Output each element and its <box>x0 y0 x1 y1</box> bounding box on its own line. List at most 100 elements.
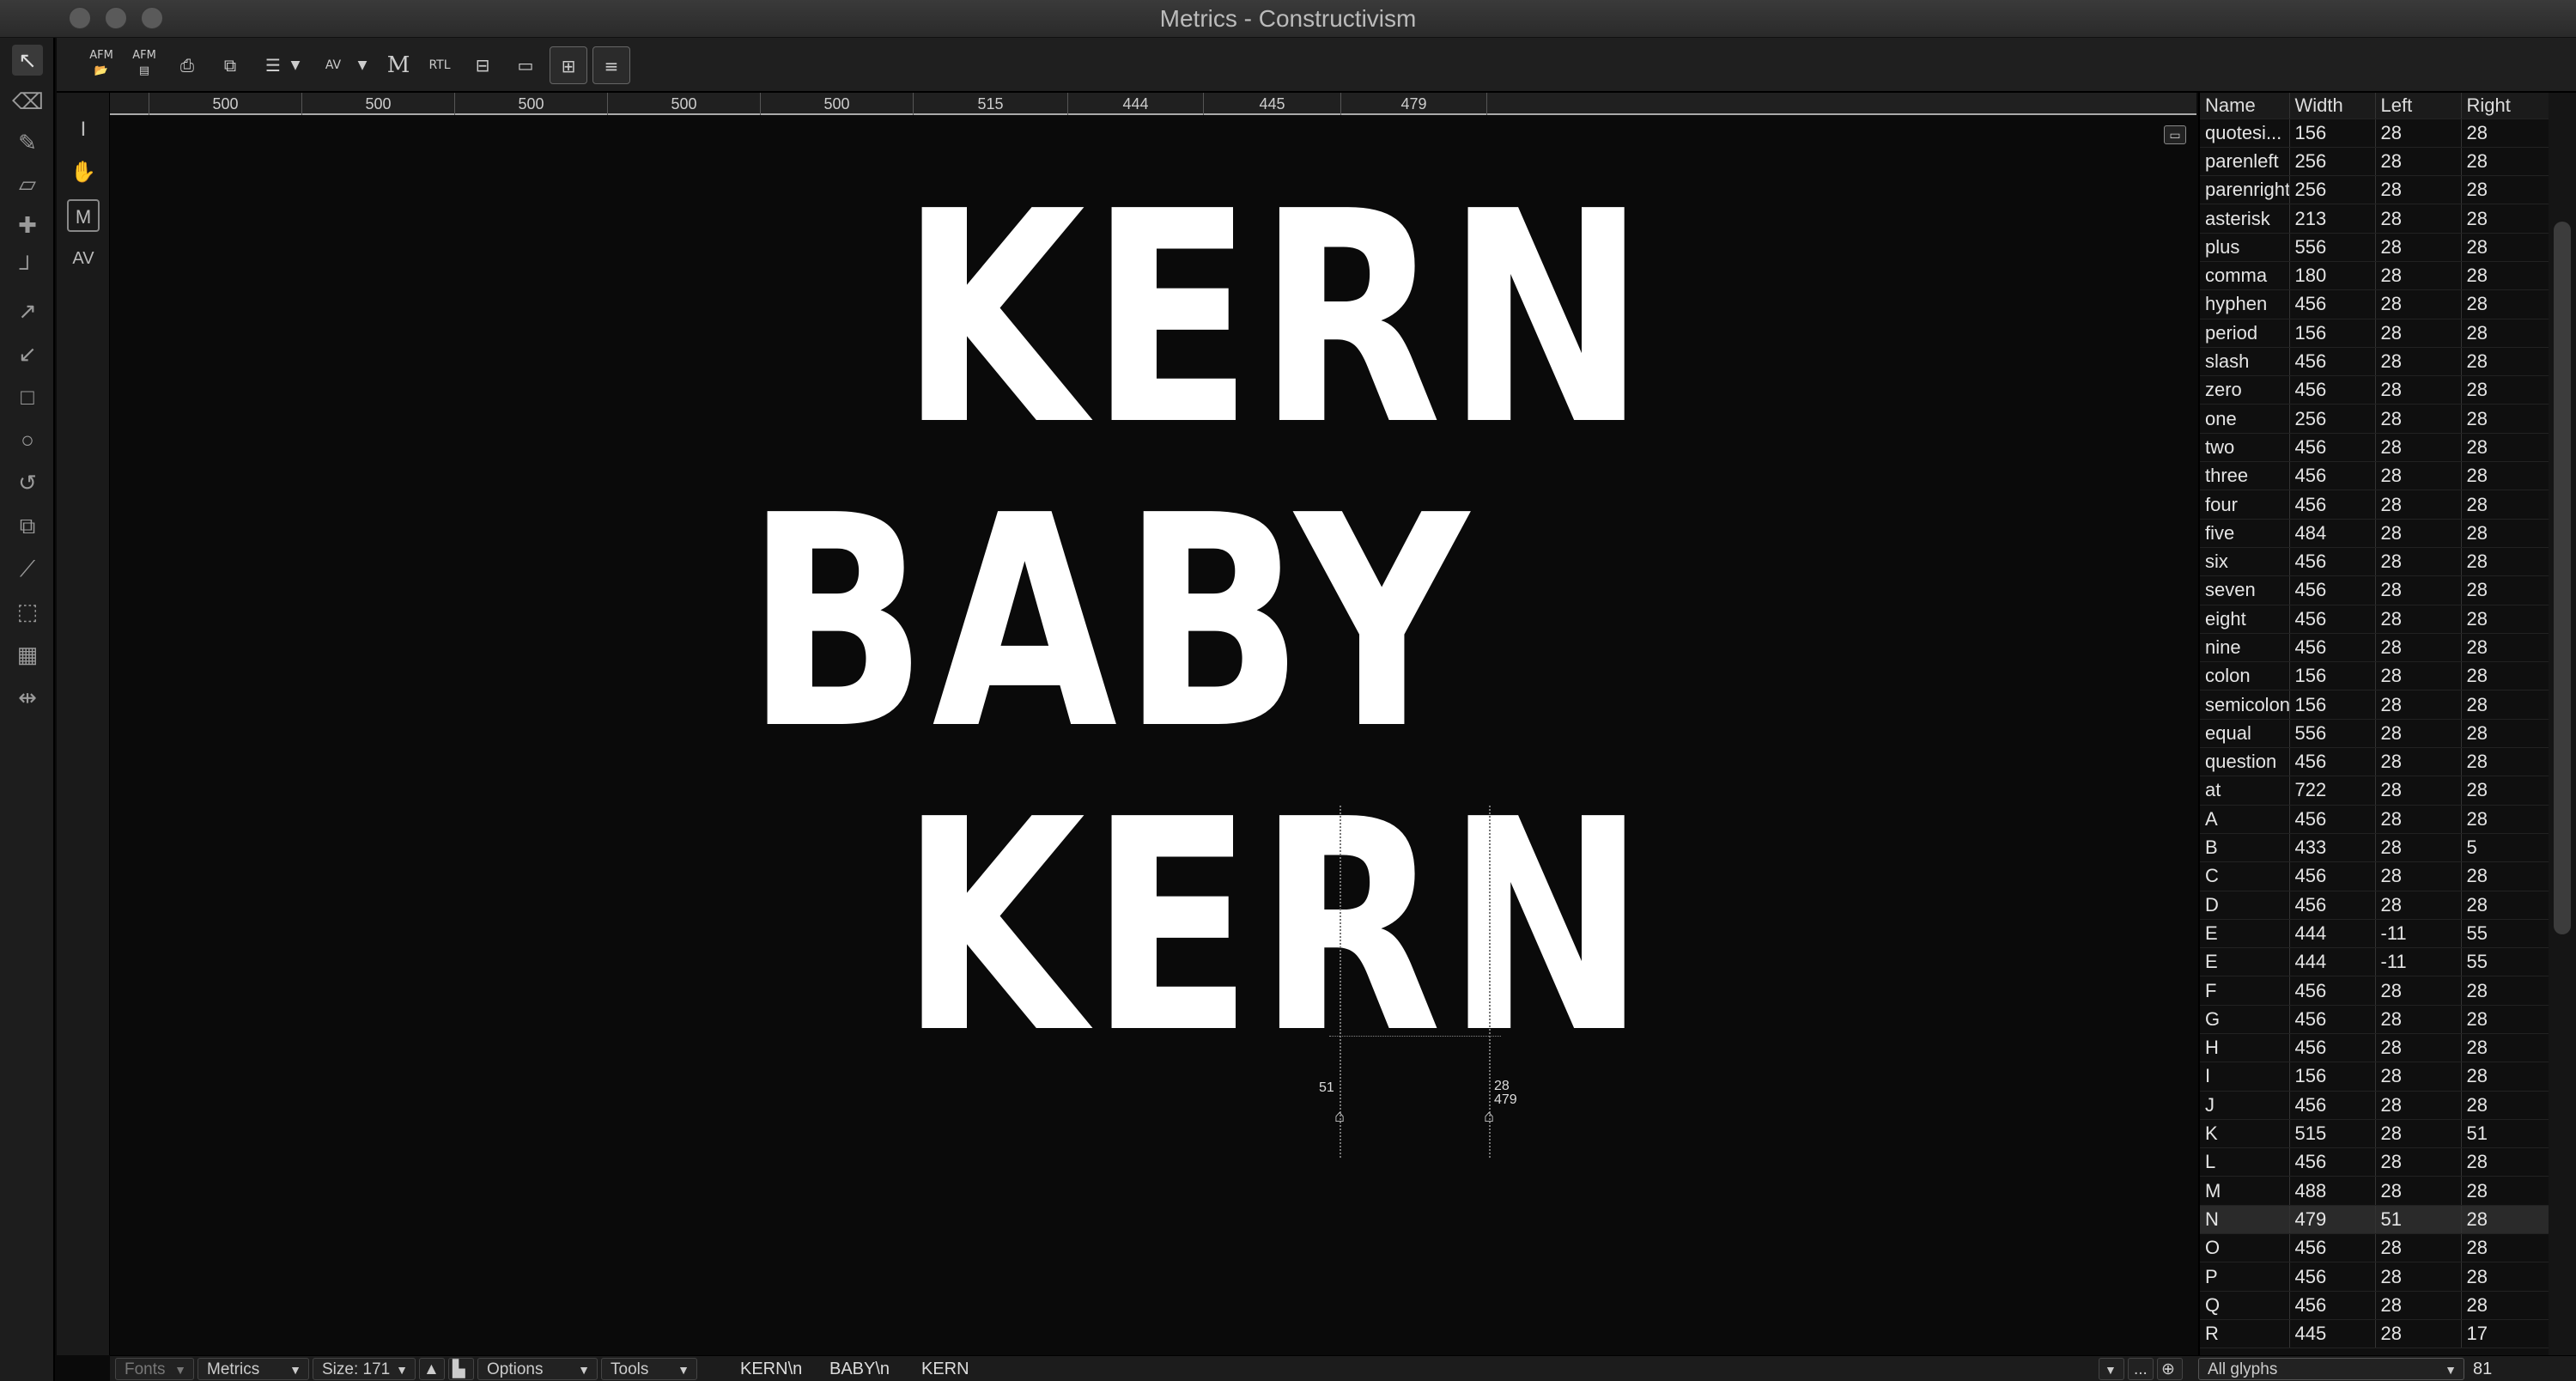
glyph-right-cell[interactable]: 28 <box>2461 747 2551 777</box>
table-row[interactable]: parenleft 256 28 28 <box>2200 147 2551 177</box>
table-row[interactable]: four 456 28 28 <box>2200 490 2551 520</box>
glyph-right-cell[interactable]: 28 <box>2461 204 2551 234</box>
glyph-right-cell[interactable]: 28 <box>2461 690 2551 720</box>
metrics-canvas[interactable]: ▭ KERN BABY KERN 51 28 479 ⌂ ⌂ <box>110 117 2196 1355</box>
glyph-right-cell[interactable]: 28 <box>2461 1233 2551 1263</box>
glyph-width-cell[interactable]: 445 <box>2289 1319 2376 1349</box>
table-row[interactable]: three 456 28 28 <box>2200 461 2551 491</box>
table-row[interactable]: Q 456 28 28 <box>2200 1291 2551 1320</box>
skew-tool-icon[interactable]: ⟋ <box>12 553 43 584</box>
table-row[interactable]: seven 456 28 28 <box>2200 575 2551 605</box>
table-row[interactable]: D 456 28 28 <box>2200 891 2551 920</box>
table-row[interactable]: O 456 28 28 <box>2200 1233 2551 1263</box>
glyph-width-cell[interactable]: 556 <box>2289 719 2376 749</box>
glyph-width-cell[interactable]: 456 <box>2289 1091 2376 1120</box>
glyph-width-cell[interactable]: 156 <box>2289 1062 2376 1092</box>
glyph-width-cell[interactable]: 156 <box>2289 319 2376 348</box>
glyph-right-cell[interactable]: 28 <box>2461 1205 2551 1235</box>
glyph-right-cell[interactable]: 28 <box>2461 976 2551 1006</box>
glyph-view-button[interactable]: ▲ <box>419 1358 445 1380</box>
column-header-right[interactable]: Right <box>2461 93 2551 119</box>
glyph-right-cell[interactable]: 28 <box>2461 805 2551 834</box>
table-row[interactable]: quotesi... 156 28 28 <box>2200 119 2551 148</box>
glyph-width-cell[interactable]: 479 <box>2289 1205 2376 1235</box>
glyph-left-cell[interactable]: 28 <box>2375 605 2462 634</box>
pointer-tool-icon[interactable]: ↖ <box>12 45 43 76</box>
glyph-left-cell[interactable]: 28 <box>2375 1262 2462 1292</box>
table-row[interactable]: plus 556 28 28 <box>2200 233 2551 262</box>
glyph-width-cell[interactable]: 456 <box>2289 1233 2376 1263</box>
more-button[interactable]: ... <box>2128 1358 2154 1380</box>
glyph-width-cell[interactable]: 722 <box>2289 776 2376 806</box>
glyph-left-cell[interactable]: 28 <box>2375 204 2462 234</box>
table-row[interactable]: zero 456 28 28 <box>2200 375 2551 405</box>
add-point-tool-icon[interactable]: ✚ <box>12 210 43 240</box>
rectangle-tool-icon[interactable]: □ <box>12 381 43 412</box>
show-metrics-lines-button[interactable]: ≡ <box>592 46 630 84</box>
curve-point-tool-icon[interactable]: ↗ <box>12 295 43 326</box>
glyph-right-cell[interactable]: 28 <box>2461 1005 2551 1035</box>
glyph-left-cell[interactable]: 28 <box>2375 1062 2462 1092</box>
glyph-width-cell[interactable]: 456 <box>2289 1005 2376 1035</box>
table-row[interactable]: F 456 28 28 <box>2200 976 2551 1006</box>
left-sidebearing-handle-icon[interactable]: ⌂ <box>1331 1106 1348 1127</box>
glyph-right-cell[interactable]: 28 <box>2461 147 2551 177</box>
table-row[interactable]: hyphen 456 28 28 <box>2200 289 2551 319</box>
mode-menu[interactable]: Metrics ▼ <box>197 1358 309 1380</box>
glyph-right-cell[interactable]: 28 <box>2461 233 2551 262</box>
size-menu[interactable]: Size: 171 ▼ <box>313 1358 416 1380</box>
glyph-left-cell[interactable]: 28 <box>2375 175 2462 205</box>
glyph-right-cell[interactable]: 28 <box>2461 861 2551 891</box>
glyph-left-cell[interactable]: 28 <box>2375 461 2462 491</box>
glyph-left-cell[interactable]: 28 <box>2375 661 2462 691</box>
glyph-left-cell[interactable]: 28 <box>2375 490 2462 520</box>
table-row[interactable]: eight 456 28 28 <box>2200 605 2551 634</box>
table-row[interactable]: L 456 28 28 <box>2200 1147 2551 1177</box>
glyph-right-cell[interactable]: 28 <box>2461 605 2551 634</box>
table-row[interactable]: nine 456 28 28 <box>2200 633 2551 663</box>
glyph-left-cell[interactable]: 28 <box>2375 1233 2462 1263</box>
text-line-1[interactable]: KERN <box>900 173 1650 465</box>
tangent-point-tool-icon[interactable]: ↙ <box>12 338 43 369</box>
glyph-left-cell[interactable]: 28 <box>2375 319 2462 348</box>
glyph-right-cell[interactable]: 5 <box>2461 833 2551 863</box>
scale-tool-icon[interactable]: ⧉ <box>12 510 43 541</box>
glyph-right-cell[interactable]: 28 <box>2461 719 2551 749</box>
glyph-width-cell[interactable]: 256 <box>2289 175 2376 205</box>
import-metrics-button[interactable]: ⎙ <box>168 46 206 84</box>
glyph-left-cell[interactable]: 28 <box>2375 1033 2462 1063</box>
glyph-right-cell[interactable]: 28 <box>2461 461 2551 491</box>
table-row[interactable]: J 456 28 28 <box>2200 1091 2551 1120</box>
glyph-right-cell[interactable]: 17 <box>2461 1319 2551 1349</box>
glyph-width-cell[interactable]: 456 <box>2289 433 2376 463</box>
glyph-width-cell[interactable]: 256 <box>2289 404 2376 434</box>
glyph-width-cell[interactable]: 456 <box>2289 375 2376 405</box>
rtl-button[interactable]: RTL <box>421 46 459 84</box>
add-glyph-button[interactable]: ⊕ <box>2157 1358 2183 1380</box>
glyph-left-cell[interactable]: 28 <box>2375 1291 2462 1320</box>
glyph-width-cell[interactable]: 433 <box>2289 833 2376 863</box>
glyph-right-cell[interactable]: 28 <box>2461 404 2551 434</box>
text-line-3[interactable]: KERN <box>900 782 1650 1074</box>
save-afm-button[interactable]: AFM ▤ <box>125 46 163 84</box>
glyph-width-cell[interactable]: 456 <box>2289 547 2376 577</box>
table-row[interactable]: I 156 28 28 <box>2200 1062 2551 1092</box>
glyph-width-cell[interactable]: 488 <box>2289 1176 2376 1206</box>
table-row[interactable]: colon 156 28 28 <box>2200 661 2551 691</box>
fonts-menu[interactable]: Fonts ▼ <box>115 1358 194 1380</box>
hand-tool-icon[interactable]: ✋ <box>67 156 100 189</box>
glyph-right-cell[interactable]: 28 <box>2461 433 2551 463</box>
glyph-width-cell[interactable]: 456 <box>2289 1147 2376 1177</box>
glyph-left-cell[interactable]: 28 <box>2375 690 2462 720</box>
glyph-width-cell[interactable]: 456 <box>2289 461 2376 491</box>
options-menu[interactable]: Options ▼ <box>477 1358 598 1380</box>
glyph-right-cell[interactable]: 28 <box>2461 1176 2551 1206</box>
text-segment-1[interactable]: KERN\n <box>740 1358 802 1380</box>
glyph-width-cell[interactable]: 156 <box>2289 690 2376 720</box>
table-row[interactable]: M 488 28 28 <box>2200 1176 2551 1206</box>
glyph-width-cell[interactable]: 213 <box>2289 204 2376 234</box>
table-row[interactable]: P 456 28 28 <box>2200 1262 2551 1292</box>
table-row[interactable]: semicolon 156 28 28 <box>2200 690 2551 720</box>
tools-menu[interactable]: Tools ▼ <box>601 1358 697 1380</box>
glyph-right-cell[interactable]: 28 <box>2461 119 2551 148</box>
